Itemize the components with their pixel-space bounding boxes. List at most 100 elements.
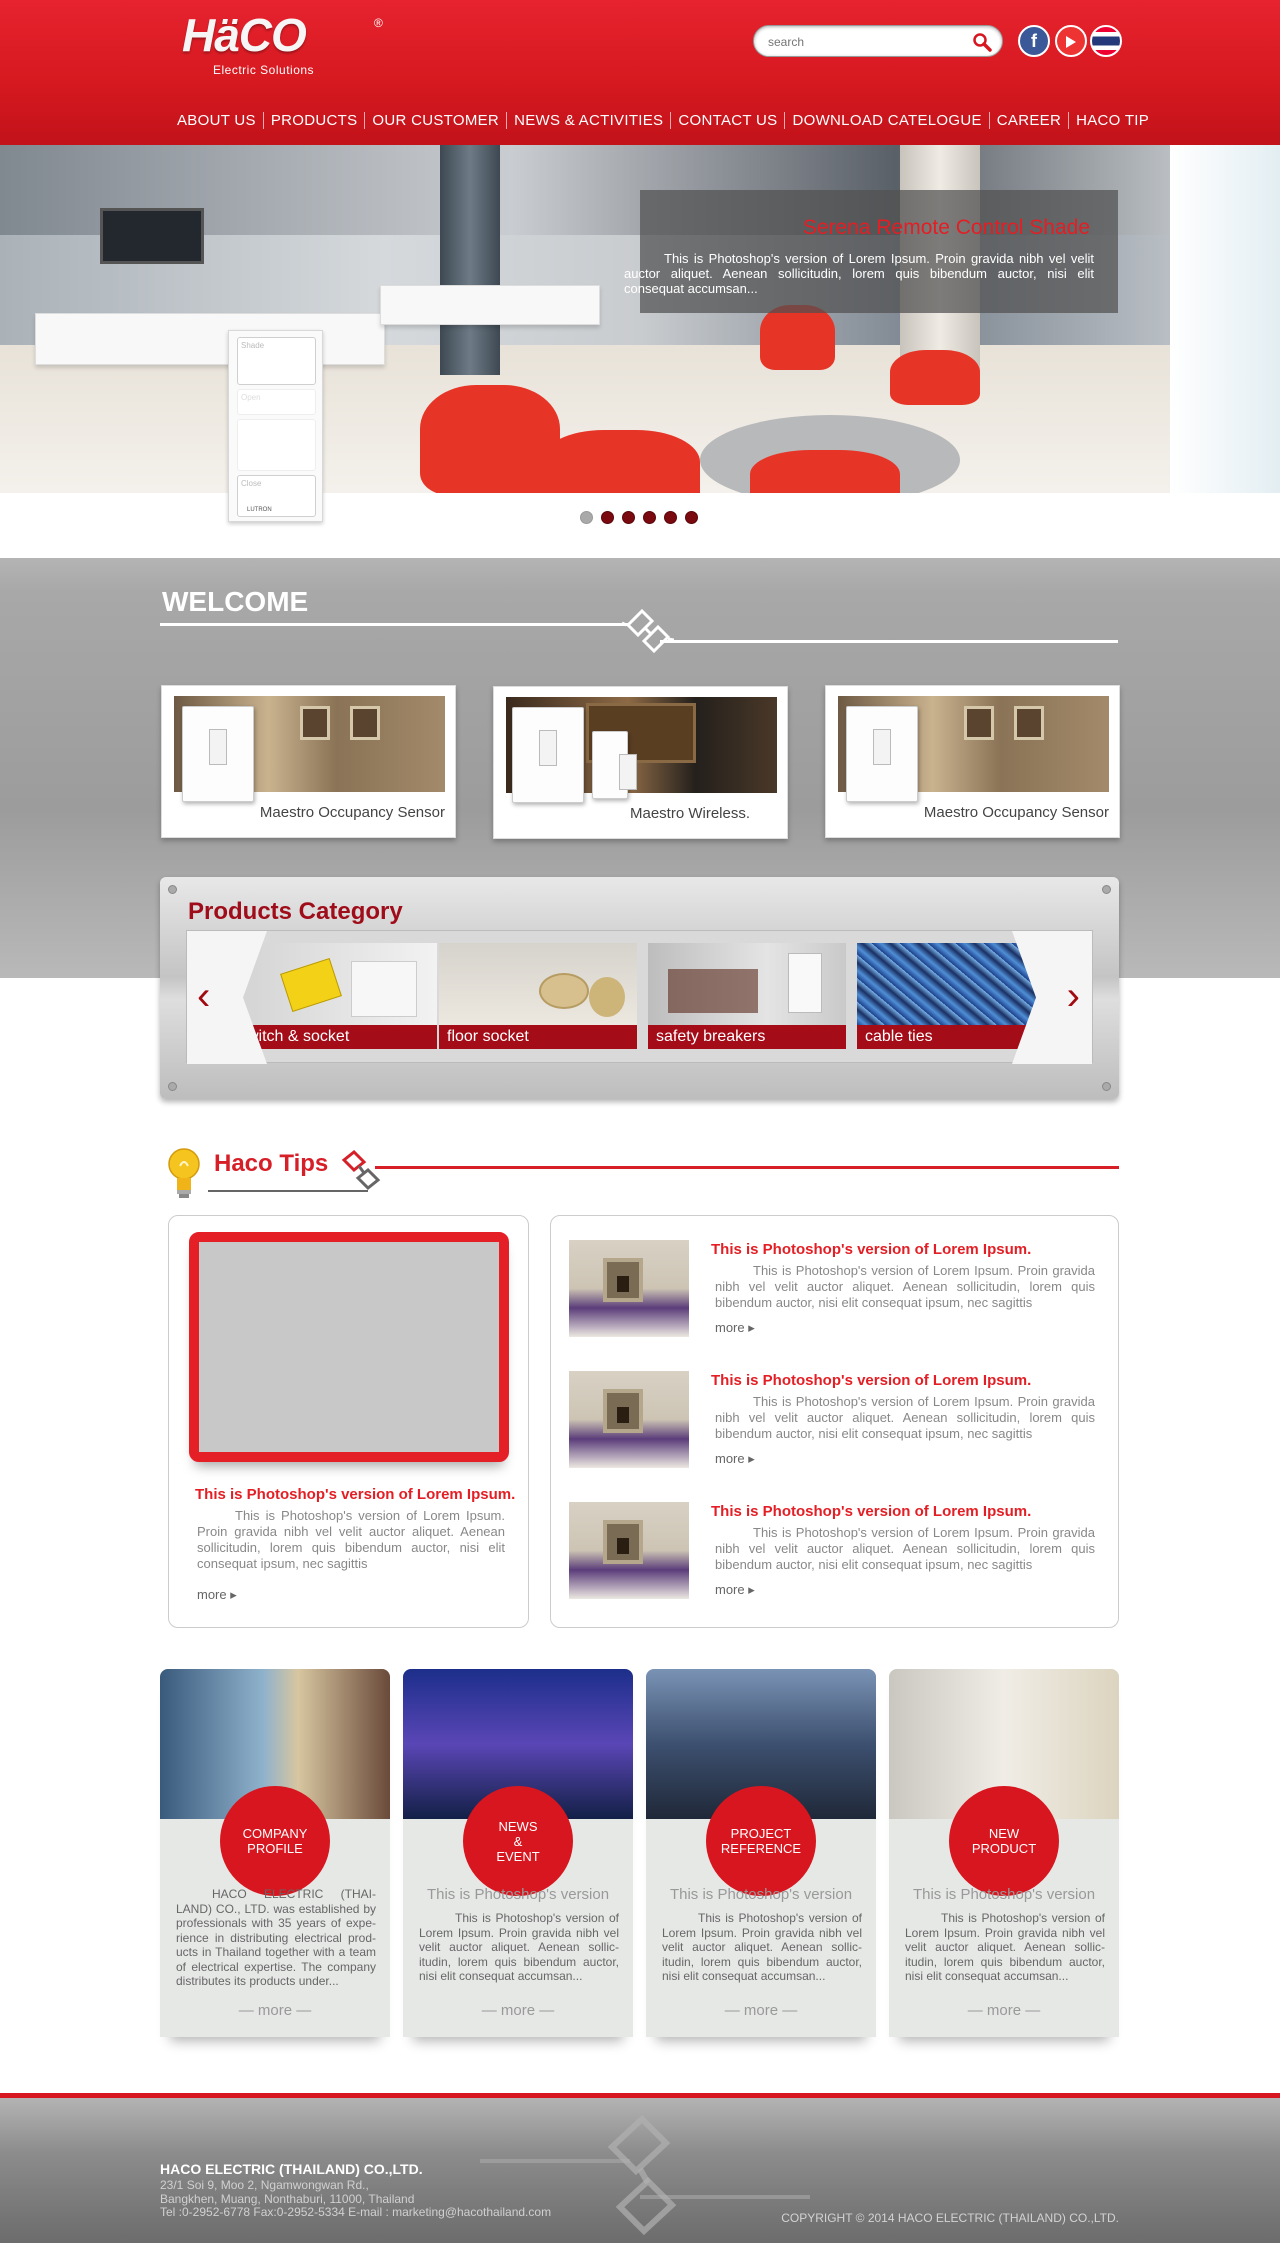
nav-about-us[interactable]: ABOUT US — [170, 111, 264, 129]
feature-more-link[interactable]: — more — — [403, 2002, 633, 2019]
slider-dot[interactable] — [664, 511, 677, 524]
footer-copyright: COPYRIGHT © 2014 HACO ELECTRIC (THAILAND… — [781, 2211, 1119, 2225]
products-category-panel: Products Category witch & socket floor s… — [160, 877, 1119, 1099]
feature-circle-label[interactable]: PROJECT REFERENCE — [706, 1786, 816, 1896]
hero-chair — [540, 430, 700, 493]
fireplace-image — [603, 1520, 643, 1564]
slider-dot[interactable] — [580, 511, 593, 524]
logo[interactable]: HäCO — [182, 8, 307, 62]
feature-new-product[interactable]: NEW PRODUCT This is Photoshop's version … — [889, 1669, 1119, 2037]
tip-more-link[interactable]: more ▸ — [715, 1582, 755, 1598]
nav-our-customer[interactable]: OUR CUSTOMER — [365, 111, 508, 129]
welcome-divider — [160, 623, 630, 626]
plug-connector-icon — [341, 1149, 381, 1191]
facebook-icon[interactable]: f — [1018, 25, 1050, 57]
screw-icon — [168, 885, 177, 894]
nav-haco-tip[interactable]: HACO TIP — [1069, 112, 1156, 129]
product-card[interactable]: Maestro Occupancy Sensor — [161, 685, 456, 838]
thai-flag-icon[interactable] — [1090, 25, 1122, 57]
remote-control-image: Shade Open Close LUTRON — [228, 330, 323, 522]
category-image — [439, 943, 637, 1025]
hero-window — [1170, 145, 1280, 493]
product-card[interactable]: Maestro Occupancy Sensor — [825, 685, 1120, 838]
tip-thumbnail[interactable] — [569, 1371, 689, 1468]
feature-more-link[interactable]: — more — — [160, 2002, 390, 2019]
logo-registered-mark: ® — [374, 16, 383, 30]
footer-address: 23/1 Soi 9, Moo 2, Ngamwongwan Rd., Bang… — [160, 2178, 551, 2220]
slider-dot[interactable] — [622, 511, 635, 524]
featured-tip-more-link[interactable]: more ▸ — [197, 1587, 237, 1603]
nav-news-activities[interactable]: NEWS & ACTIVITIES — [507, 111, 672, 129]
wall-art — [964, 706, 994, 740]
remote-image — [592, 731, 637, 799]
wall-art — [1014, 706, 1044, 740]
feature-title: This is Photoshop's version — [912, 1886, 1096, 1903]
tip-title[interactable]: This is Photoshop's version of Lorem Ips… — [711, 1241, 1031, 1258]
nav-career[interactable]: CAREER — [990, 111, 1070, 129]
header: HäCO ® Electric Solutions f ABOUT US PRO… — [0, 0, 1280, 145]
slider-dot[interactable] — [685, 511, 698, 524]
product-card[interactable]: Maestro Wireless. — [493, 686, 788, 839]
featured-tip-title[interactable]: This is Photoshop's version of Lorem Ips… — [195, 1486, 515, 1503]
tips-divider — [375, 1166, 1119, 1169]
featured-tip: This is Photoshop's version of Lorem Ips… — [168, 1215, 529, 1628]
feature-circle-label[interactable]: NEWS & EVENT — [463, 1786, 573, 1896]
hero-chair — [760, 305, 835, 370]
feature-circle-label[interactable]: COMPANY PROFILE — [220, 1786, 330, 1896]
feature-project-reference[interactable]: PROJECT REFERENCE This is Photoshop's ve… — [646, 1669, 876, 2037]
feature-title: This is Photoshop's version — [426, 1886, 610, 1903]
category-label: safety breakers — [648, 1025, 846, 1049]
feature-body: This is Photoshop's version of Lorem Ips… — [662, 1911, 862, 1983]
category-item[interactable]: floor socket — [439, 943, 637, 1049]
socket-image — [280, 957, 342, 1013]
feature-company-profile[interactable]: COMPANY PROFILE HACO ELECTRIC (THAI-LAND… — [160, 1669, 390, 2037]
youtube-icon[interactable] — [1055, 25, 1087, 57]
footer-red-line — [0, 2093, 1280, 2098]
page: HäCO ® Electric Solutions f ABOUT US PRO… — [0, 0, 1280, 2243]
featured-tip-body: This is Photoshop's version of Lorem Ips… — [197, 1508, 505, 1571]
remote-button-blank — [237, 419, 316, 471]
haco-tips-heading: Haco Tips — [214, 1150, 329, 1177]
slider-dot[interactable] — [601, 511, 614, 524]
feature-news-event[interactable]: NEWS & EVENT This is Photoshop's version… — [403, 1669, 633, 2037]
slider-dot[interactable] — [643, 511, 656, 524]
category-item[interactable]: witch & socket — [227, 943, 437, 1049]
tip-item: This is Photoshop's version of Lorem Ips… — [569, 1359, 1099, 1469]
slide-title[interactable]: Serena Remote Control Shade — [803, 216, 1090, 240]
tip-title[interactable]: This is Photoshop's version of Lorem Ips… — [711, 1503, 1031, 1520]
featured-tip-image[interactable] — [189, 1232, 509, 1462]
main-nav: ABOUT US PRODUCTS OUR CUSTOMER NEWS & AC… — [170, 108, 1156, 132]
category-item[interactable]: safety breakers — [648, 943, 846, 1049]
remote-button: Open — [237, 389, 316, 415]
hero-tv — [100, 208, 204, 264]
tip-thumbnail[interactable] — [569, 1240, 689, 1337]
tips-list: This is Photoshop's version of Lorem Ips… — [550, 1215, 1119, 1628]
search-input[interactable] — [768, 32, 958, 52]
hero-sofa — [35, 313, 385, 365]
fireplace-image — [603, 1389, 643, 1433]
hero-pillar — [440, 145, 500, 375]
nav-download-catalogue[interactable]: DOWNLOAD CATELOGUE — [785, 111, 990, 129]
tip-thumbnail[interactable] — [569, 1502, 689, 1599]
light-switch-image — [512, 707, 584, 803]
footer-contact[interactable]: Tel :0-2952-6778 Fax:0-2952-5334 E-mail … — [160, 2205, 551, 2220]
feature-more-link[interactable]: — more — — [889, 2002, 1119, 2019]
feature-body: HACO ELECTRIC (THAI-LAND) CO., LTD. was … — [176, 1887, 376, 1988]
hero-slider[interactable]: Serena Remote Control Shade This is Phot… — [0, 145, 1280, 493]
floor-socket-image — [539, 973, 589, 1009]
search-icon[interactable] — [972, 32, 992, 52]
footer-address-line: 23/1 Soi 9, Moo 2, Ngamwongwan Rd., — [160, 2178, 369, 2192]
nav-contact-us[interactable]: CONTACT US — [671, 111, 786, 129]
feature-more-link[interactable]: — more — — [646, 2002, 876, 2019]
hero-chair — [890, 350, 980, 405]
light-switch-image — [182, 706, 254, 802]
tip-more-link[interactable]: more ▸ — [715, 1451, 755, 1467]
nav-products[interactable]: PRODUCTS — [264, 111, 366, 129]
tip-title[interactable]: This is Photoshop's version of Lorem Ips… — [711, 1372, 1031, 1389]
slider-dots — [580, 511, 706, 524]
hero-chair — [750, 450, 900, 493]
tip-more-link[interactable]: more ▸ — [715, 1320, 755, 1336]
hero-chair — [420, 385, 560, 493]
feature-circle-label[interactable]: NEW PRODUCT — [949, 1786, 1059, 1896]
wall-art — [300, 706, 330, 740]
